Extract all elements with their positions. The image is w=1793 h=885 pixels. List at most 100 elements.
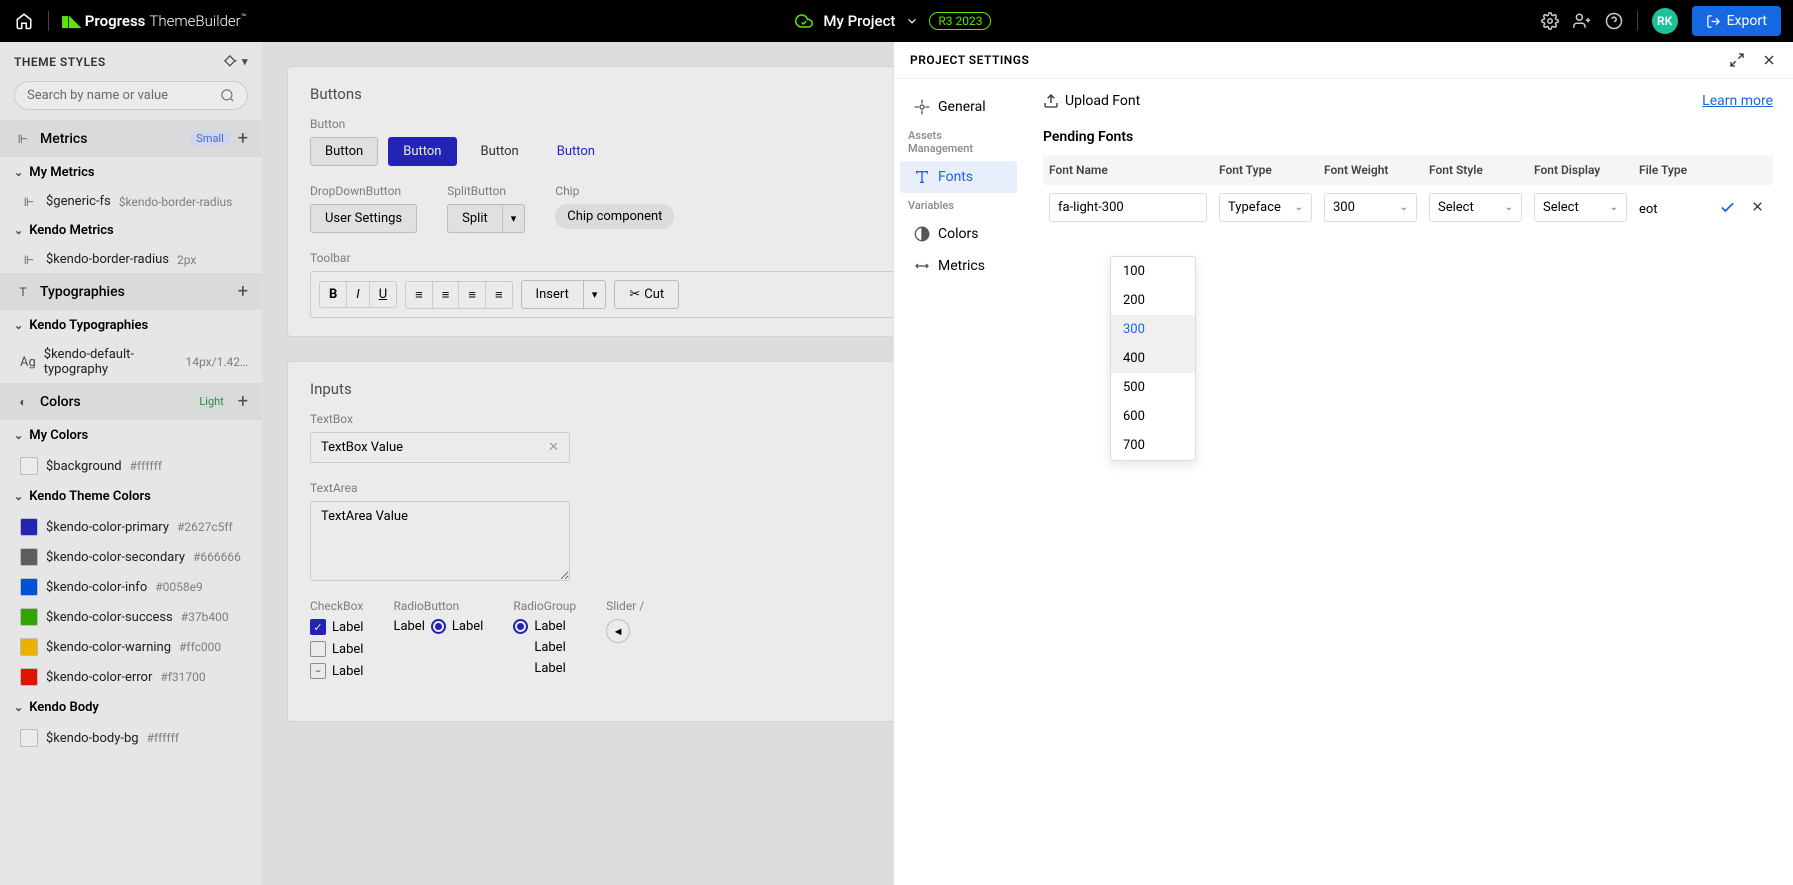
nav-assets-label: Assets Management (894, 123, 1023, 161)
button-link[interactable]: Button (543, 138, 609, 165)
project-name[interactable]: My Project (823, 12, 895, 30)
var-color-info[interactable]: $kendo-color-info#0058e9 (0, 572, 262, 602)
var-color-warning[interactable]: $kendo-color-warning#ffc000 (0, 632, 262, 662)
align-justify-button[interactable]: ≡ (486, 282, 512, 308)
checkbox-checked[interactable]: ✓Label (310, 619, 363, 635)
nav-general[interactable]: General (900, 91, 1017, 123)
chevron-down-icon[interactable]: ▾ (242, 55, 248, 68)
confirm-icon[interactable] (1719, 199, 1736, 216)
logo: ▮◣ Progress ThemeBuilder™ (61, 12, 246, 30)
expand-icon[interactable] (1729, 52, 1745, 68)
file-type-text: eot (1639, 202, 1658, 217)
add-color-button[interactable]: + (238, 391, 248, 412)
var-body-bg[interactable]: $kendo-body-bg#ffffff (0, 723, 262, 753)
weight-option[interactable]: 600 (1111, 402, 1195, 431)
font-weight-dropdown: 100 200 300 400 500 600 700 (1110, 256, 1196, 461)
topbar: ▮◣ Progress ThemeBuilder™ My Project R3 … (0, 0, 1793, 42)
font-weight-select[interactable]: 300⌄ (1324, 193, 1417, 222)
upload-font-button[interactable]: Upload Font (1043, 93, 1140, 109)
project-settings-panel: PROJECT SETTINGS General Assets Manageme… (893, 42, 1793, 885)
font-display-select[interactable]: Select⌄ (1534, 193, 1627, 222)
var-color-primary[interactable]: $kendo-color-primary#2627c5ff (0, 512, 262, 542)
add-typography-button[interactable]: + (238, 281, 248, 302)
weight-option[interactable]: 100 (1111, 257, 1195, 286)
italic-button[interactable]: I (347, 282, 369, 307)
metrics-badge: Small (190, 131, 230, 146)
var-background[interactable]: $background#ffffff (0, 451, 262, 481)
weight-option[interactable]: 700 (1111, 431, 1195, 460)
underline-button[interactable]: U (370, 282, 396, 307)
search-input[interactable] (14, 81, 248, 110)
kendo-theme-colors-group[interactable]: ⌄Kendo Theme Colors (0, 481, 262, 512)
button-default[interactable]: Button (310, 137, 378, 166)
sidebar-title: THEME STYLES (14, 55, 106, 69)
weight-option[interactable]: 300 (1111, 315, 1195, 344)
nav-variables-label: Variables (894, 193, 1023, 218)
var-color-success[interactable]: $kendo-color-success#37b400 (0, 602, 262, 632)
panel-nav: General Assets Management Fonts Variable… (894, 79, 1023, 885)
var-default-typography[interactable]: Ag$kendo-default-typography14px/1.42… (0, 341, 262, 383)
export-button[interactable]: Export (1692, 6, 1781, 36)
typographies-section[interactable]: T Typographies + (0, 273, 262, 310)
kendo-metrics-group[interactable]: ⌄Kendo Metrics (0, 215, 262, 246)
add-user-icon[interactable] (1573, 12, 1591, 30)
radio-off[interactable]: LabelLabel (393, 619, 483, 634)
weight-option[interactable]: 200 (1111, 286, 1195, 315)
button-primary[interactable]: Button (388, 137, 456, 166)
insert-button[interactable]: Insert▾ (521, 280, 607, 309)
textarea-input[interactable]: TextArea Value (310, 501, 570, 581)
colors-badge: Light (193, 394, 229, 409)
weight-option[interactable]: 400 (1111, 344, 1195, 373)
var-generic-fs[interactable]: ⊩$generic-fs$kendo-border-radius (0, 188, 262, 215)
var-border-radius[interactable]: ⊩$kendo-border-radius2px (0, 246, 262, 273)
font-row: Typeface⌄ 300⌄ Select⌄ Select⌄ eot (1043, 185, 1773, 230)
clear-icon[interactable]: ✕ (548, 440, 559, 455)
radiogroup-item[interactable]: Label (513, 661, 576, 676)
fonts-table: Font Name Font Type Font Weight Font Sty… (1043, 155, 1773, 230)
font-style-select[interactable]: Select⌄ (1429, 193, 1522, 222)
add-metric-button[interactable]: + (238, 128, 248, 149)
gear-icon[interactable] (1541, 12, 1559, 30)
avatar[interactable]: RK (1652, 8, 1678, 34)
kendo-typographies-group[interactable]: ⌄Kendo Typographies (0, 310, 262, 341)
chip[interactable]: Chip component (555, 204, 674, 229)
checkbox-unchecked[interactable]: Label (310, 641, 363, 657)
var-color-error[interactable]: $kendo-color-error#f31700 (0, 662, 262, 692)
font-name-input[interactable] (1049, 193, 1207, 222)
kendo-body-group[interactable]: ⌄Kendo Body (0, 692, 262, 723)
weight-option[interactable]: 500 (1111, 373, 1195, 402)
close-icon[interactable] (1761, 52, 1777, 68)
radiogroup-item[interactable]: Label (513, 619, 576, 634)
dropdown-button[interactable]: User Settings (310, 204, 417, 233)
var-color-secondary[interactable]: $kendo-color-secondary#666666 (0, 542, 262, 572)
checkbox-indeterminate[interactable]: −Label (310, 663, 363, 679)
cloud-icon (795, 12, 813, 30)
align-left-button[interactable]: ≡ (406, 282, 433, 308)
nav-colors[interactable]: Colors (900, 218, 1017, 250)
my-colors-group[interactable]: ⌄My Colors (0, 420, 262, 451)
font-type-select[interactable]: Typeface⌄ (1219, 193, 1312, 222)
paint-icon[interactable] (223, 54, 238, 69)
sidebar: THEME STYLES ▾ ⊩ Metrics Small + ⌄My Met… (0, 42, 263, 885)
nav-metrics[interactable]: Metrics (900, 250, 1017, 282)
radiogroup-item[interactable]: Label (513, 640, 576, 655)
textbox-input[interactable]: TextBox Value✕ (310, 432, 570, 463)
cut-button[interactable]: ✂ Cut (614, 280, 679, 309)
version-badge[interactable]: R3 2023 (929, 12, 991, 30)
slider-decrease[interactable]: ◄ (606, 619, 630, 643)
search-icon (220, 88, 235, 103)
chevron-down-icon[interactable] (905, 14, 919, 28)
cancel-icon[interactable] (1750, 199, 1765, 216)
learn-more-link[interactable]: Learn more (1702, 93, 1773, 109)
align-right-button[interactable]: ≡ (459, 282, 486, 308)
nav-fonts[interactable]: Fonts (900, 161, 1017, 193)
bold-button[interactable]: B (320, 282, 347, 307)
home-button[interactable] (12, 9, 36, 33)
my-metrics-group[interactable]: ⌄My Metrics (0, 157, 262, 188)
align-center-button[interactable]: ≡ (433, 282, 460, 308)
colors-section[interactable]: ◐ Colors Light + (0, 383, 262, 420)
help-icon[interactable] (1605, 12, 1623, 30)
button-flat[interactable]: Button (467, 138, 533, 165)
metrics-section[interactable]: ⊩ Metrics Small + (0, 120, 262, 157)
split-button[interactable]: Split▾ (447, 204, 525, 233)
